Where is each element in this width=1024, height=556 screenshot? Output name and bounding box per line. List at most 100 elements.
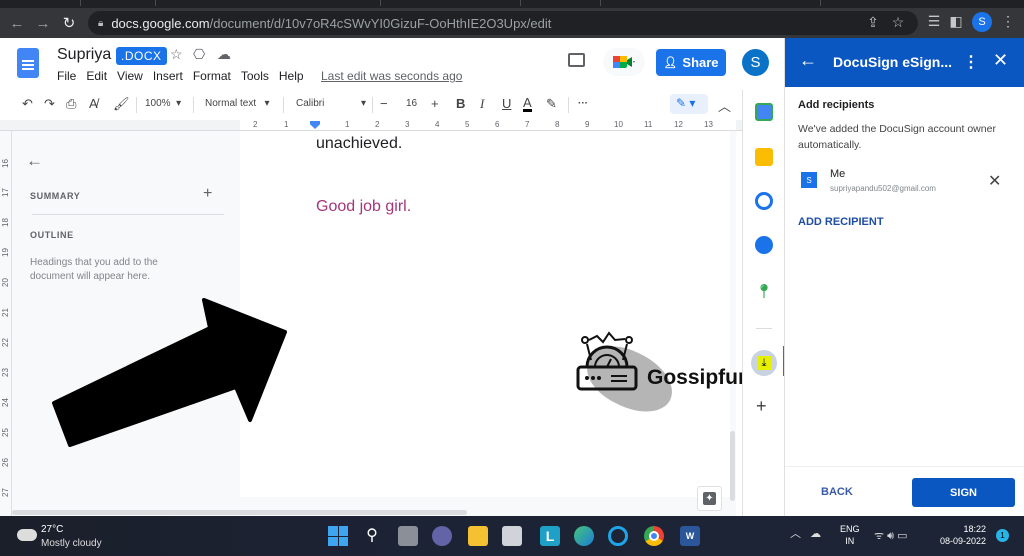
menu-tools[interactable]: Tools (241, 69, 269, 83)
star-icon[interactable]: ☆ (170, 46, 183, 63)
redo-icon[interactable]: ↷ (44, 96, 55, 112)
collapse-menus-icon[interactable]: ︿ (718, 96, 731, 115)
onedrive-icon[interactable]: ☁︎ (810, 528, 821, 540)
address-bar[interactable]: 🔒︎ docs.google.com /document/d/10v7oR4cS… (88, 11, 918, 35)
app-l-icon[interactable]: L (540, 526, 560, 546)
calendar-icon[interactable] (755, 103, 773, 121)
chrome-icon[interactable] (644, 526, 664, 546)
font-select[interactable]: Calibri ▾ (296, 98, 366, 109)
horizontal-ruler[interactable]: 2 1 1 2 3 4 5 6 7 8 9 10 11 12 13 (0, 120, 742, 131)
task-view-icon[interactable] (398, 526, 418, 546)
file-explorer-icon[interactable] (468, 526, 488, 546)
document-paragraph[interactable]: Good job girl. (316, 198, 411, 216)
zoom-select[interactable]: 100% ▾ (145, 98, 181, 109)
menu-insert[interactable]: Insert (153, 69, 183, 83)
undo-icon[interactable]: ↶ (22, 96, 33, 112)
highlight-icon[interactable]: ✎ (546, 96, 557, 112)
recipient-name: Me (830, 168, 846, 180)
share-button[interactable]: 👤︎ Share (656, 49, 726, 76)
explore-button[interactable]: ✦ (697, 486, 722, 511)
paint-format-icon[interactable]: 🖌︎ (113, 96, 130, 112)
vertical-ruler[interactable]: 16 17 18 19 20 21 22 23 24 25 26 27 (0, 131, 12, 516)
word-icon[interactable]: W (680, 526, 700, 546)
last-edit-link[interactable]: Last edit was seconds ago (321, 69, 462, 83)
reading-list-icon[interactable]: ☰ (924, 13, 944, 30)
microsoft-store-icon[interactable] (502, 526, 522, 546)
lock-icon: 🔒︎ (98, 17, 104, 29)
move-to-drive-icon[interactable]: ⎔ (193, 46, 205, 63)
section-title: Add recipients (798, 99, 875, 111)
back-icon[interactable]: ← (6, 12, 28, 34)
cortana-icon[interactable] (608, 526, 628, 546)
start-icon[interactable] (328, 526, 348, 546)
back-button[interactable]: BACK (821, 486, 853, 498)
reload-icon[interactable]: ↻ (58, 12, 80, 34)
panel-close-icon[interactable]: ✕ (993, 50, 1008, 71)
get-addons-icon[interactable]: + (756, 396, 767, 417)
weather-condition[interactable]: Mostly cloudy (41, 538, 102, 549)
style-select[interactable]: Normal text ▾ (205, 98, 269, 109)
menu-help[interactable]: Help (279, 69, 304, 83)
show-hidden-icons[interactable]: ︿ (790, 528, 801, 540)
maps-icon[interactable]: 📍︎ (755, 283, 773, 301)
notification-badge[interactable]: 1 (996, 529, 1009, 542)
panel-back-icon[interactable]: ← (799, 50, 817, 71)
menu-edit[interactable]: Edit (86, 69, 107, 83)
increase-font-size-icon[interactable]: + (431, 96, 439, 111)
meet-button[interactable] (603, 48, 645, 76)
search-icon[interactable]: ⚲ (362, 526, 382, 546)
menu-file[interactable]: File (57, 69, 76, 83)
browser-tab-strip[interactable] (0, 0, 1024, 8)
editing-mode-button[interactable]: ✎ ▾ (670, 94, 708, 114)
text-color-icon[interactable]: A (523, 96, 532, 112)
menu-view[interactable]: View (117, 69, 143, 83)
account-avatar[interactable]: S (742, 49, 769, 76)
underline-icon[interactable]: U (502, 96, 511, 111)
panel-more-icon[interactable]: ⋮ (963, 52, 979, 72)
document-title[interactable]: Supriya (57, 46, 111, 64)
remove-recipient-icon[interactable]: ✕ (988, 171, 1001, 191)
edge-icon[interactable] (574, 526, 594, 546)
decrease-font-size-icon[interactable]: − (380, 96, 388, 111)
comment-history-icon[interactable] (568, 53, 585, 67)
docs-logo-icon[interactable] (17, 48, 39, 78)
chrome-center (649, 531, 659, 541)
zoom-value: 100% (145, 98, 171, 109)
add-recipient-button[interactable]: ADD RECIPIENT (798, 216, 884, 228)
clock[interactable]: 18:22 08-09-2022 (936, 523, 986, 547)
weather-temperature[interactable]: 27°C (41, 524, 63, 535)
clock-time: 18:22 (963, 524, 986, 534)
bookmark-star-icon[interactable]: ☆ (888, 14, 908, 31)
network-volume-battery-icons[interactable]: ᯤ 🔊︎ ▭ (874, 528, 907, 543)
document-paragraph[interactable]: unachieved. (316, 135, 402, 153)
cloud-status-icon[interactable]: ☁︎ (217, 46, 231, 63)
profile-avatar[interactable]: S (972, 12, 992, 32)
more-options-icon[interactable]: ··· (578, 98, 588, 109)
share-page-icon[interactable]: ⇪ (863, 14, 883, 31)
vertical-scrollbar[interactable] (730, 431, 735, 501)
bold-icon[interactable]: B (456, 96, 465, 111)
language-indicator[interactable]: ENG IN (840, 523, 860, 547)
system-tray: ︿ ☁︎ (790, 525, 821, 541)
section-description: We've added the DocuSign account owner a… (798, 123, 996, 151)
browser-menu-icon[interactable]: ⋮ (998, 13, 1018, 30)
close-outline-icon[interactable]: ← (26, 151, 43, 171)
contacts-icon[interactable] (755, 236, 773, 254)
sign-button[interactable]: SIGN (912, 478, 1015, 507)
ruler-mark: 23 (0, 368, 10, 377)
keep-icon[interactable] (755, 148, 773, 166)
side-panel-icon[interactable]: ◧ (946, 13, 966, 30)
add-summary-icon[interactable]: + (203, 185, 212, 203)
horizontal-scrollbar[interactable] (12, 510, 467, 515)
font-size-input[interactable]: 16 (406, 98, 417, 109)
tasks-icon[interactable] (755, 192, 773, 210)
italic-icon[interactable]: I (480, 96, 484, 112)
menu-format[interactable]: Format (193, 69, 231, 83)
docusign-addon-button[interactable]: ⤓ (751, 350, 777, 376)
document-page[interactable]: unachieved. Good job girl. (240, 131, 730, 497)
spellcheck-icon[interactable]: A̸ (89, 96, 98, 111)
teams-chat-icon[interactable] (432, 526, 452, 546)
forward-icon[interactable]: → (32, 12, 54, 34)
weather-cloud-icon[interactable] (17, 524, 37, 541)
print-icon[interactable]: ⎙ (66, 96, 76, 112)
